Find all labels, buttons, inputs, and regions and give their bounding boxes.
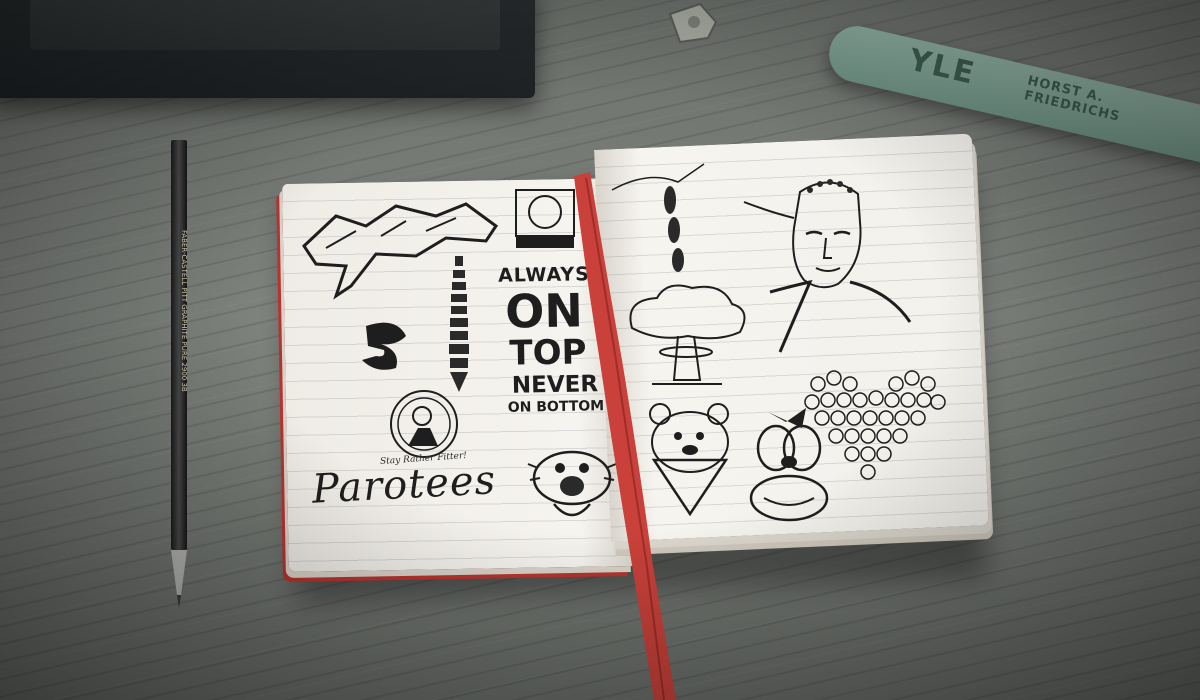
ribbon-bookmark	[574, 172, 676, 700]
desk-scene: YLE HORST A. FRIEDRICHS FABER-CASTELL PI…	[0, 0, 1200, 700]
